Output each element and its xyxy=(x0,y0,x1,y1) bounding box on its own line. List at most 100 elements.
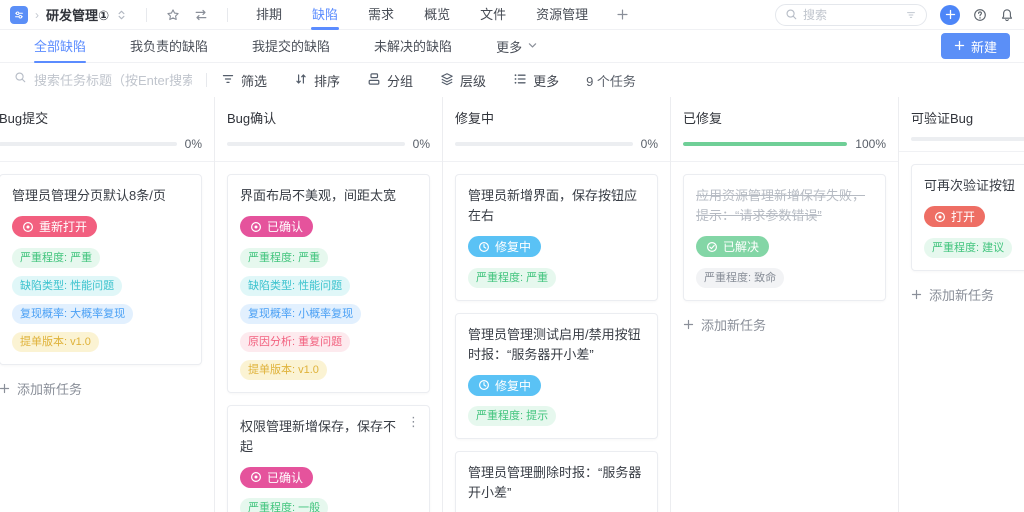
plus-icon xyxy=(0,383,10,394)
view-tabs-more[interactable]: 更多 xyxy=(496,37,538,56)
view-tab-my-assigned[interactable]: 我负责的缺陷 xyxy=(130,30,208,63)
divider xyxy=(206,73,207,87)
sort-button[interactable]: 排序 xyxy=(294,71,340,90)
status-pill[interactable]: 已确认 xyxy=(240,216,314,237)
topbar-nav-tabs: 排期 缺陷 需求 概览 文件 资源管理 xyxy=(256,0,588,30)
task-card[interactable]: 管理员管理测试启用/禁用按钮时报：“服务器开小差” 修复中严重程度: 提示 xyxy=(455,312,658,439)
column-progress: 0% xyxy=(227,137,430,151)
view-tab-my-submitted[interactable]: 我提交的缺陷 xyxy=(252,30,330,63)
project-title[interactable]: 研发管理① xyxy=(46,5,109,24)
progress-bar xyxy=(911,137,1024,141)
add-task-button[interactable]: 添加新任务 xyxy=(911,283,1024,318)
field-tag: 复现概率: 大概率复现 xyxy=(12,303,134,324)
task-tags: 严重程度: 严重 缺陷类型: 性能问题 复现概率: 大概率复现 提单版本: v1.0 xyxy=(12,247,189,352)
column-header: 已修复 100% xyxy=(671,97,898,162)
more-button[interactable]: 更多 xyxy=(513,71,559,90)
star-icon[interactable] xyxy=(166,8,180,22)
task-card[interactable]: 管理员新增界面，保存按钮应在右 修复中 严重程度: 严重 xyxy=(455,174,658,301)
kanban-board: Bug提交 0% 管理员管理分页默认8条/页 重新打开 严重程度: 严重 缺陷类型: 性能… xyxy=(0,97,1024,512)
column-verifiable: 可验证Bug 可再次验证按钮 打开 严重程度: 建议 添加新任务 xyxy=(899,97,1024,512)
column-body: 可再次验证按钮 打开 严重程度: 建议 添加新任务 xyxy=(899,152,1024,318)
task-card[interactable]: 界面布局不美观，间距太宽已确认严重程度: 严重 缺陷类型: 性能问题 复现概率: 小… xyxy=(227,174,430,393)
task-tags: 严重程度: 一般 xyxy=(240,498,417,512)
add-task-button[interactable]: 添加新任务 xyxy=(683,313,886,348)
task-tags: 严重程度: 提示 xyxy=(468,406,645,426)
column-title: 可验证Bug xyxy=(911,111,974,126)
view-tab-unresolved[interactable]: 未解决的缺陷 xyxy=(374,30,452,63)
task-card[interactable]: 管理员管理分页默认8条/页 重新打开 严重程度: 严重 缺陷类型: 性能问题 复现概率:… xyxy=(0,174,202,365)
chevron-right-icon: › xyxy=(35,7,39,22)
toolbar-actions: 筛选 排序 分组 层级 更多 xyxy=(221,71,586,90)
project-switch-carets-icon[interactable] xyxy=(116,9,127,21)
filter-button[interactable]: 筛选 xyxy=(221,71,267,90)
list-icon xyxy=(513,72,527,89)
field-tag: 严重程度: 严重 xyxy=(12,247,101,268)
search-icon xyxy=(785,8,798,21)
filter-icon xyxy=(221,72,235,89)
task-title: 权限管理新增保存，保存不起 xyxy=(240,418,397,454)
view-tab-all-defects[interactable]: 全部缺陷 xyxy=(34,30,87,63)
new-task-button[interactable]: 新建 xyxy=(940,33,1010,59)
task-search-input[interactable] xyxy=(34,72,192,88)
task-title: 界面布局不美观，间距太宽 xyxy=(240,188,397,203)
plus-icon xyxy=(954,39,965,54)
task-title: 管理员管理测试启用/禁用按钮时报：“服务器开小差” xyxy=(468,326,641,362)
tab-resources[interactable]: 资源管理 xyxy=(536,0,588,30)
project-icon[interactable] xyxy=(10,5,28,24)
field-tag: 提单版本: v1.0 xyxy=(240,359,327,380)
column-fixed: 已修复 100% 应用资源管理新增保存失败，提示：“请求参数错误” 已解决 严重程度: … xyxy=(671,97,899,512)
status-pill[interactable]: 修复中 xyxy=(468,236,542,257)
search-filter-icon[interactable] xyxy=(905,9,917,21)
task-card[interactable]: 可再次验证按钮 打开 严重程度: 建议 xyxy=(911,164,1024,271)
field-tag: 严重程度: 严重 xyxy=(468,267,557,288)
task-card[interactable]: 应用资源管理新增保存失败，提示：“请求参数错误” 已解决 严重程度: 致命 xyxy=(683,174,886,301)
swap-icon[interactable] xyxy=(194,8,208,22)
clock-icon xyxy=(478,241,490,253)
field-tag: 严重程度: 建议 xyxy=(924,237,1013,258)
bell-icon[interactable] xyxy=(1000,8,1014,22)
status-label: 已确认 xyxy=(267,220,304,234)
status-pill[interactable]: 修复中 xyxy=(468,374,542,396)
progress-bar xyxy=(455,142,633,146)
global-search[interactable] xyxy=(775,3,927,26)
add-tab-icon[interactable] xyxy=(616,8,629,21)
column-header: Bug确认 0% xyxy=(215,97,442,162)
status-pill[interactable]: 打开 xyxy=(924,206,986,227)
task-tags: 严重程度: 严重 缺陷类型: 性能问题 复现概率: 小概率复现 原因分析: 重复问题提… xyxy=(240,247,417,380)
task-card[interactable]: 权限管理新增保存，保存不起 ⋮ 已确认严重程度: 一般 xyxy=(227,404,430,512)
column-progress: 100% xyxy=(683,137,886,151)
task-card[interactable]: 管理员管理删除时报：“服务器开小差”修复中严重程度: 严重 xyxy=(455,451,658,512)
clock-icon xyxy=(478,379,490,391)
task-count: 9 个任务 xyxy=(586,73,636,89)
plus-icon xyxy=(911,289,922,300)
tab-overview[interactable]: 概览 xyxy=(424,0,450,30)
task-search[interactable] xyxy=(14,71,192,89)
plus-icon xyxy=(683,319,694,330)
global-search-input[interactable] xyxy=(803,7,900,22)
group-button[interactable]: 分组 xyxy=(367,71,413,90)
hierarchy-button[interactable]: 层级 xyxy=(440,71,486,90)
tab-files[interactable]: 文件 xyxy=(480,0,506,30)
create-button[interactable] xyxy=(940,4,960,25)
column-progress: 0% xyxy=(0,137,202,151)
kebab-menu-icon[interactable]: ⋮ xyxy=(407,414,420,429)
help-icon[interactable] xyxy=(973,8,987,22)
status-pill[interactable]: 重新打开 xyxy=(12,216,98,237)
field-tag: 原因分析: 重复问题 xyxy=(240,331,351,352)
status-pill[interactable]: 已确认 xyxy=(240,466,314,488)
field-tag: 严重程度: 严重 xyxy=(240,247,329,268)
column-progress: 0% xyxy=(455,137,658,151)
tab-schedule[interactable]: 排期 xyxy=(256,0,282,30)
add-task-button[interactable]: 添加新任务 xyxy=(0,377,202,412)
column-header: 可验证Bug xyxy=(899,97,1024,152)
status-pill[interactable]: 已解决 xyxy=(696,236,770,257)
tab-defects[interactable]: 缺陷 xyxy=(312,0,338,30)
hierarchy-button-label: 层级 xyxy=(460,73,487,89)
task-tags: 严重程度: 致命 xyxy=(696,267,873,288)
app-topbar: › 研发管理① 排期 缺陷 需求 概览 文件 资源管理 xyxy=(0,0,1024,30)
status-label: 已解决 xyxy=(723,240,760,254)
tab-requirements[interactable]: 需求 xyxy=(368,0,394,30)
field-tag: 严重程度: 致命 xyxy=(696,267,785,288)
circle-dot-icon xyxy=(250,221,262,233)
column-body: 管理员新增界面，保存按钮应在右 修复中 严重程度: 严重 管理员管理测试启用/禁用按钮… xyxy=(443,162,670,512)
